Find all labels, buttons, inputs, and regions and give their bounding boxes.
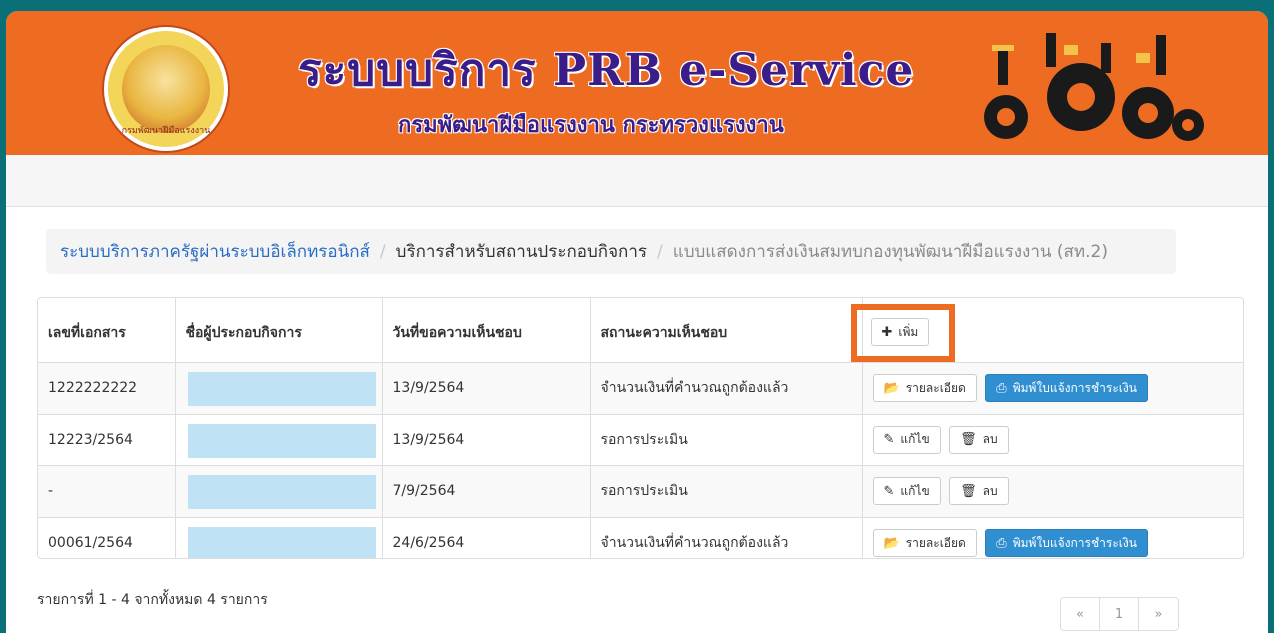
gears-workers-icon	[984, 33, 1204, 141]
delete-button[interactable]: 🗑 ลบ	[949, 477, 1009, 506]
cell-approval-status: รอการประเมิน	[590, 465, 863, 518]
pagination: « 1 »	[1060, 597, 1179, 631]
cell-actions: ✎ แก้ไข 🗑 ลบ	[862, 465, 1243, 518]
add-button-label: เพิ่ม	[898, 324, 919, 339]
cell-actions: ✎ แก้ไข 🗑 ลบ	[862, 414, 1243, 466]
table-row: 12223/2564 13/9/2564 รอการประเมิน ✎ แก้ไ…	[38, 414, 1243, 466]
cell-approval-status: รอการประเมิน	[590, 414, 863, 466]
cell-doc-no: 12223/2564	[38, 414, 176, 466]
breadcrumb-current: แบบแสดงการส่งเงินสมทบกองทุนพัฒนาฝีมือแรง…	[672, 242, 1108, 262]
cell-doc-no: -	[38, 465, 176, 518]
redacted-name	[187, 526, 376, 558]
plus-icon: ✚	[881, 324, 893, 340]
cell-doc-no: 00061/2564	[38, 517, 176, 558]
pagination-page-1[interactable]: 1	[1100, 598, 1139, 630]
print-button-label: พิมพ์ใบแจ้งการชำระเงิน	[1012, 535, 1137, 550]
folder-open-icon: 📂	[883, 535, 900, 551]
records-summary: รายการที่ 1 - 4 จากทั้งหมด 4 รายการ	[37, 592, 268, 608]
print-icon: ⎙	[996, 535, 1007, 551]
cell-approval-status: จำนวนเงินที่คำนวณถูกต้องแล้ว	[590, 362, 863, 415]
documents-table-container: เลขที่เอกสาร ชื่อผู้ประกอบกิจการ วันที่ข…	[37, 297, 1244, 559]
table-row: - 7/9/2564 รอการประเมิน ✎ แก้ไข 🗑 ลบ	[38, 465, 1243, 518]
redacted-name	[187, 372, 376, 406]
table-row: 00061/2564 24/6/2564 จำนวนเงินที่คำนวณถู…	[38, 517, 1243, 558]
breadcrumb-link-egov[interactable]: ระบบบริการภาครัฐผ่านระบบอิเล็กทรอนิกส์	[60, 238, 370, 265]
site-header: กรมพัฒนาฝีมือแรงงาน ระบบบริการ PRB e-Ser…	[6, 11, 1268, 155]
cell-operator-name	[175, 362, 383, 415]
edit-button-label: แก้ไข	[900, 432, 930, 447]
department-logo: กรมพัฒนาฝีมือแรงงาน	[104, 27, 228, 151]
edit-button[interactable]: ✎ แก้ไข	[872, 425, 941, 454]
detail-button-label: รายละเอียด	[905, 535, 966, 550]
edit-button[interactable]: ✎ แก้ไข	[872, 477, 941, 506]
table-row: 1222222222 13/9/2564 จำนวนเงินที่คำนวณถู…	[38, 362, 1243, 415]
print-icon: ⎙	[996, 380, 1007, 396]
edit-button-label: แก้ไข	[900, 483, 930, 498]
header-operator-name: ชื่อผู้ประกอบกิจการ	[175, 298, 383, 363]
detail-button[interactable]: 📂 รายละเอียด	[872, 529, 977, 557]
print-button-label: พิมพ์ใบแจ้งการชำระเงิน	[1012, 380, 1137, 395]
header-actions: ✚ เพิ่ม	[850, 298, 1243, 363]
site-subtitle: กรมพัฒนาฝีมือแรงงาน กระทรวงแรงงาน	[398, 113, 784, 138]
folder-open-icon: 📂	[883, 380, 900, 396]
redacted-name	[187, 475, 376, 509]
breadcrumb-separator: /	[657, 241, 663, 262]
cell-doc-no: 1222222222	[38, 362, 176, 415]
delete-button[interactable]: 🗑 ลบ	[949, 425, 1009, 454]
pagination-prev[interactable]: «	[1061, 598, 1100, 630]
cell-request-date: 13/9/2564	[382, 414, 591, 466]
top-navbar	[6, 155, 1268, 207]
header-approval-status: สถานะความเห็นชอบ	[590, 298, 863, 363]
cell-request-date: 7/9/2564	[382, 465, 591, 518]
header-request-date: วันที่ขอความเห็นชอบ	[382, 298, 591, 363]
delete-button-label: ลบ	[982, 483, 998, 498]
cell-operator-name	[175, 414, 383, 466]
cell-approval-status: จำนวนเงินที่คำนวณถูกต้องแล้ว	[590, 517, 863, 558]
breadcrumb-separator: /	[379, 241, 386, 262]
logo-emblem	[122, 45, 210, 133]
trash-icon: 🗑	[960, 432, 977, 448]
documents-table: เลขที่เอกสาร ชื่อผู้ประกอบกิจการ วันที่ข…	[38, 298, 1243, 558]
cell-actions: 📂 รายละเอียด ⎙ พิมพ์ใบแจ้งการชำระเงิน	[862, 362, 1243, 415]
detail-button-label: รายละเอียด	[905, 380, 966, 395]
redacted-name	[187, 423, 376, 458]
table-header-row: เลขที่เอกสาร ชื่อผู้ประกอบกิจการ วันที่ข…	[38, 298, 1243, 363]
cell-operator-name	[175, 465, 383, 518]
breadcrumb-link-business-services[interactable]: บริการสำหรับสถานประกอบกิจการ	[396, 238, 647, 265]
add-button-highlight: ✚ เพิ่ม	[850, 304, 956, 362]
site-title: ระบบบริการ PRB e-Service	[298, 45, 915, 96]
detail-button[interactable]: 📂 รายละเอียด	[872, 374, 977, 403]
cell-request-date: 13/9/2564	[382, 362, 591, 415]
logo-ring-text: กรมพัฒนาฝีมือแรงงาน	[121, 126, 211, 136]
pencil-icon: ✎	[883, 483, 895, 499]
trash-icon: 🗑	[960, 483, 977, 499]
cell-actions: 📂 รายละเอียด ⎙ พิมพ์ใบแจ้งการชำระเงิน	[862, 517, 1243, 558]
print-payment-button[interactable]: ⎙ พิมพ์ใบแจ้งการชำระเงิน	[985, 529, 1148, 557]
cell-operator-name	[175, 517, 383, 558]
add-button[interactable]: ✚ เพิ่ม	[870, 318, 930, 346]
delete-button-label: ลบ	[982, 432, 998, 447]
print-payment-button[interactable]: ⎙ พิมพ์ใบแจ้งการชำระเงิน	[985, 374, 1148, 403]
pagination-next[interactable]: »	[1139, 598, 1178, 630]
header-doc-no: เลขที่เอกสาร	[38, 298, 176, 363]
pencil-icon: ✎	[883, 432, 895, 448]
page-frame: กรมพัฒนาฝีมือแรงงาน ระบบบริการ PRB e-Ser…	[6, 11, 1268, 633]
breadcrumb: ระบบบริการภาครัฐผ่านระบบอิเล็กทรอนิกส์ /…	[46, 229, 1176, 274]
cell-request-date: 24/6/2564	[382, 517, 591, 558]
